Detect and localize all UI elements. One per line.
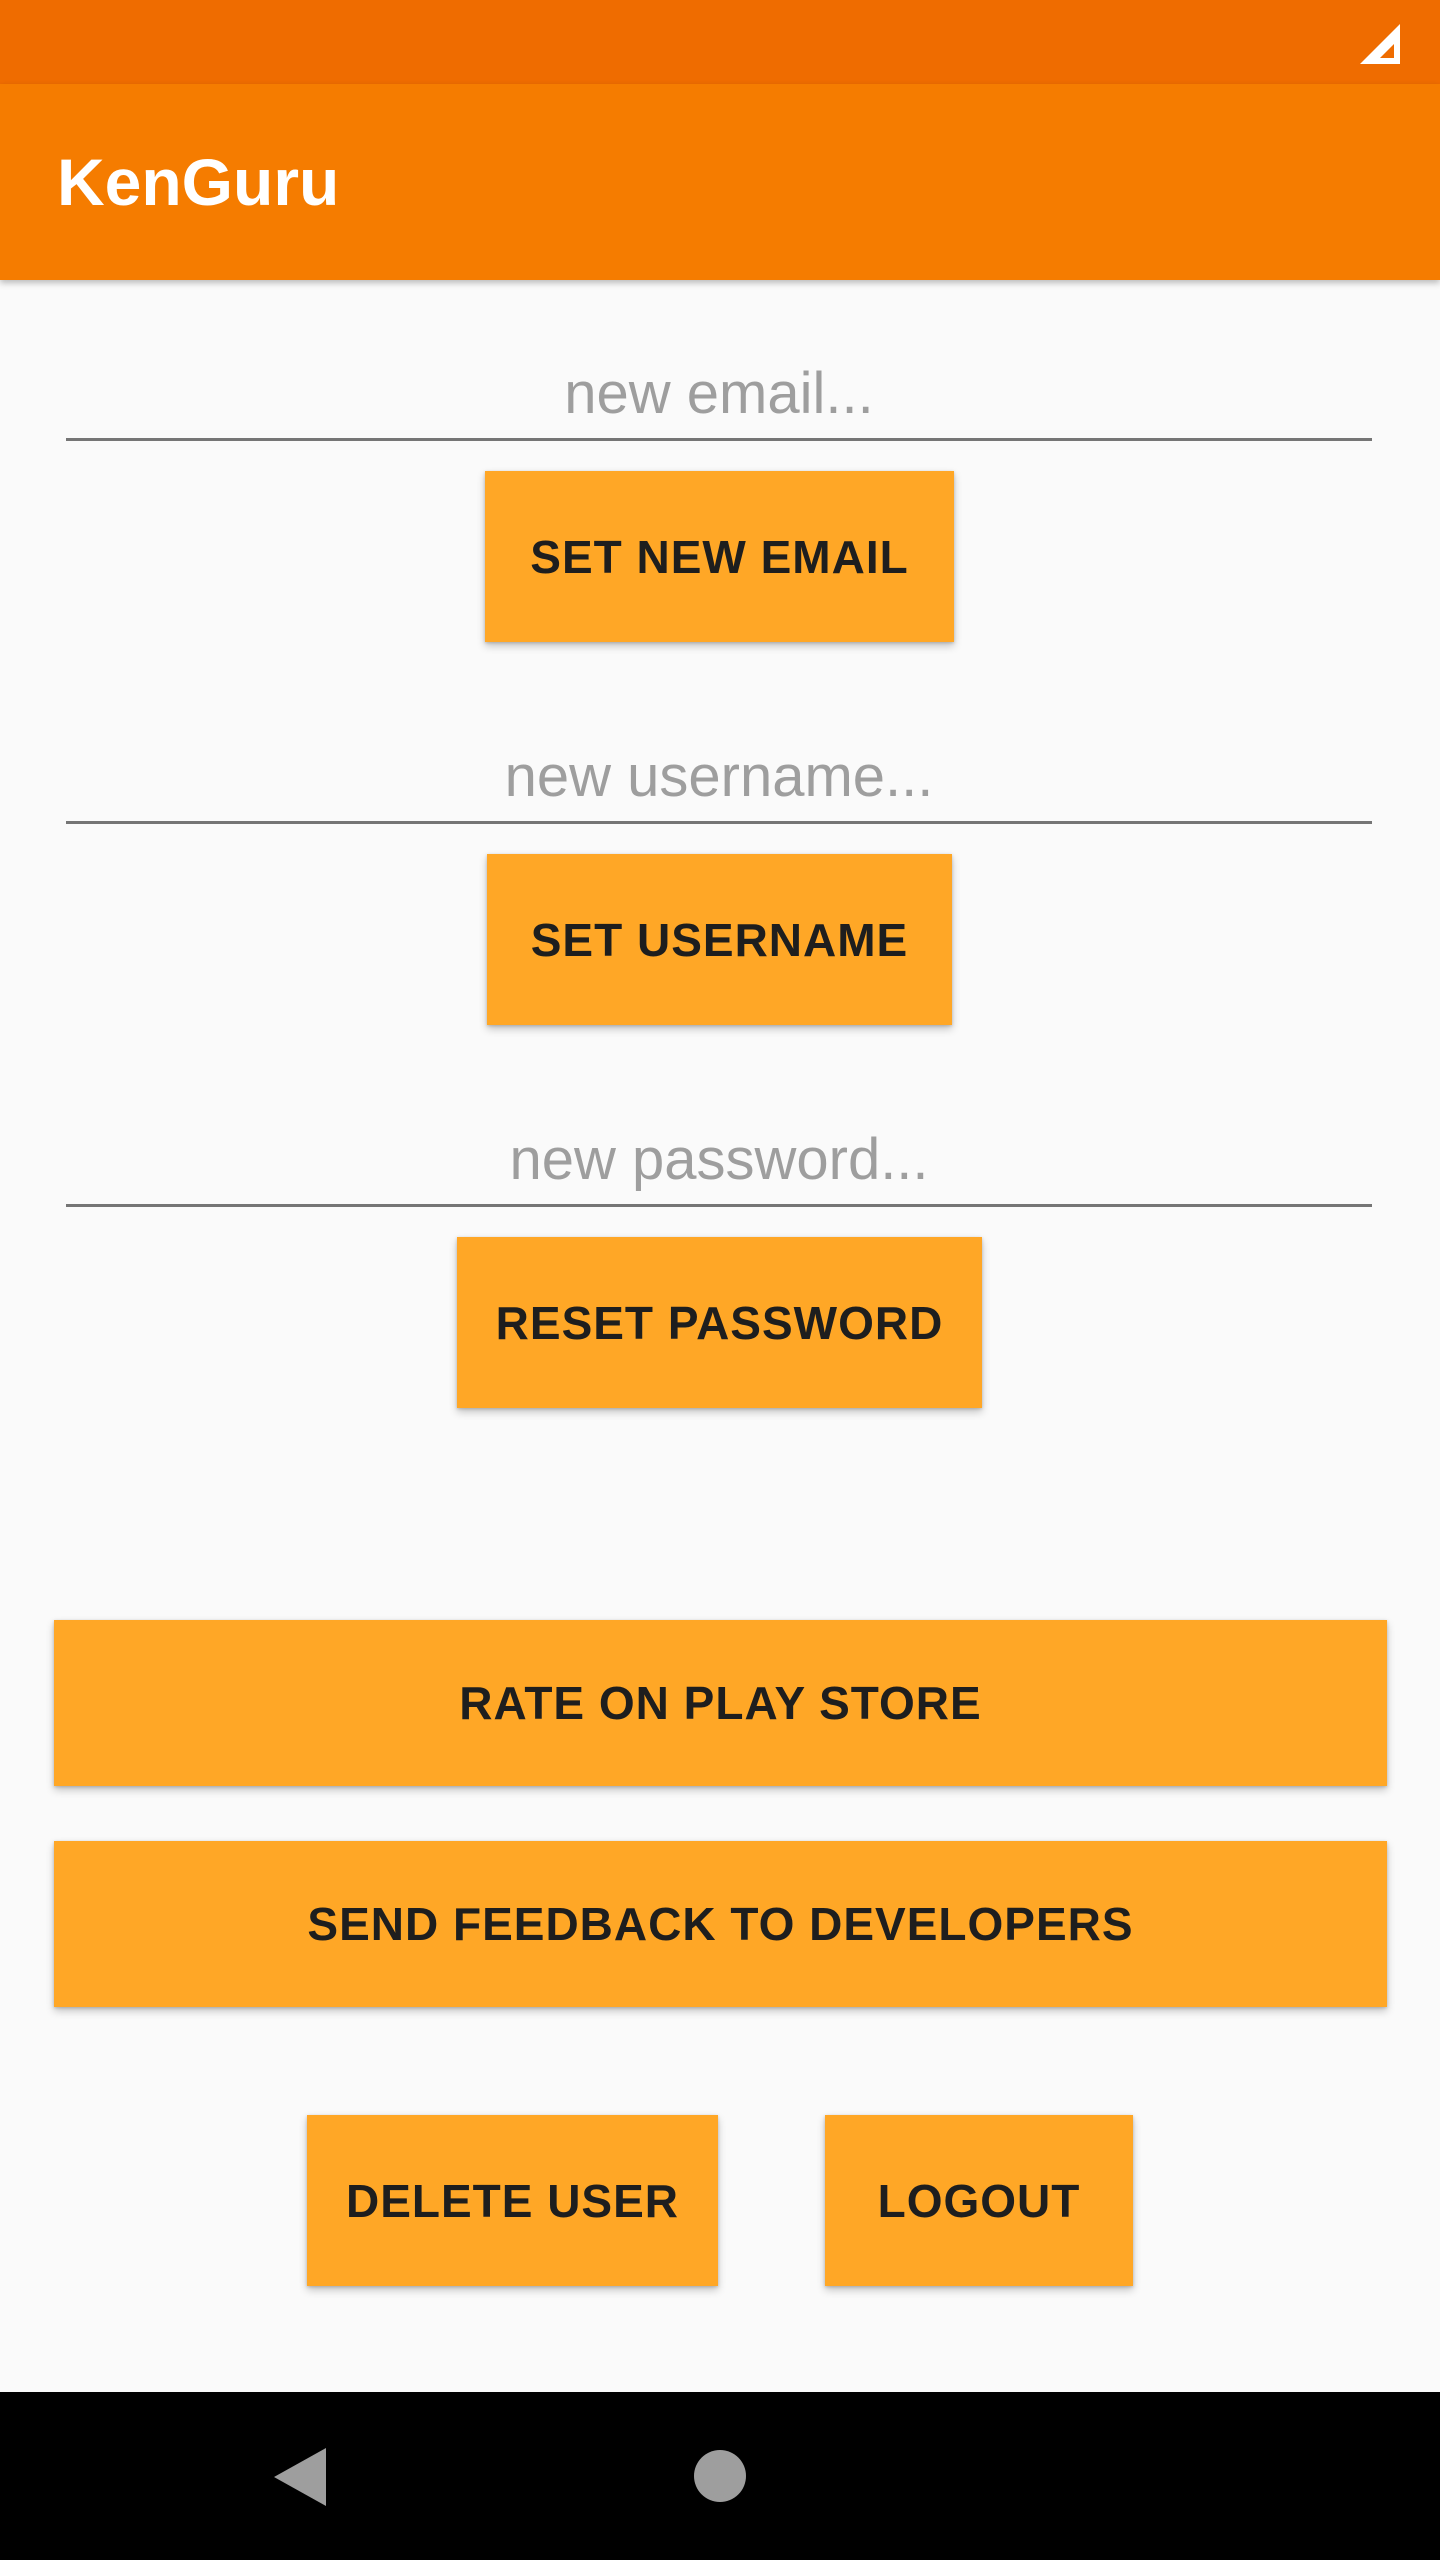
status-bar	[0, 0, 1440, 84]
reset-password-button[interactable]: RESET PASSWORD	[457, 1237, 982, 1408]
navigation-bar	[0, 2392, 1440, 2560]
signal-icon	[1360, 24, 1400, 64]
app-bar: KenGuru	[0, 84, 1440, 280]
back-icon[interactable]	[272, 2446, 328, 2508]
set-username-button[interactable]: SET USERNAME	[487, 854, 952, 1025]
password-input[interactable]	[66, 1114, 1372, 1207]
email-input[interactable]	[66, 348, 1372, 441]
set-new-email-button[interactable]: SET NEW EMAIL	[485, 471, 954, 642]
rate-on-play-store-button[interactable]: RATE ON PLAY STORE	[54, 1620, 1387, 1786]
username-input[interactable]	[66, 731, 1372, 824]
logout-button[interactable]: LOGOUT	[825, 2115, 1133, 2286]
app-title: KenGuru	[57, 145, 340, 219]
send-feedback-button[interactable]: SEND FEEDBACK TO DEVELOPERS	[54, 1841, 1387, 2007]
home-icon[interactable]	[694, 2450, 746, 2502]
delete-user-button[interactable]: DELETE USER	[307, 2115, 718, 2286]
